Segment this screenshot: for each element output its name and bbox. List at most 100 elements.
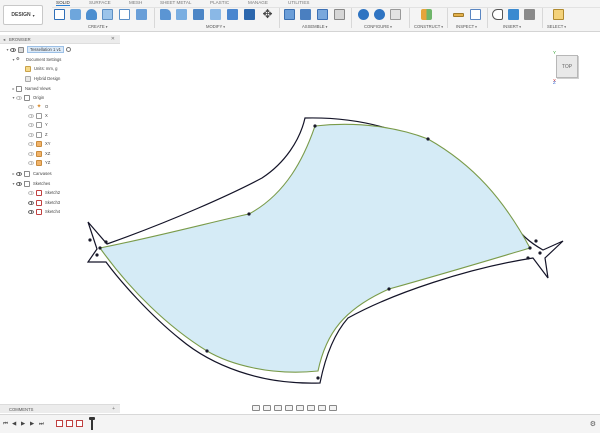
- orbit-icon[interactable]: [252, 404, 260, 411]
- grid-settings-icon[interactable]: [318, 404, 326, 411]
- visibility-icon[interactable]: [16, 95, 22, 100]
- hole-icon[interactable]: [102, 9, 113, 20]
- scale-icon[interactable]: [244, 9, 255, 20]
- configure-rule-icon[interactable]: [390, 9, 401, 20]
- configure-info-icon[interactable]: [358, 9, 369, 20]
- assemble-menu[interactable]: ASSEMBLE▾: [302, 24, 327, 29]
- shell-icon[interactable]: [210, 9, 221, 20]
- visibility-icon[interactable]: [16, 181, 22, 186]
- timeline-sketch-feature[interactable]: [76, 420, 83, 427]
- tree-axis-x[interactable]: X: [28, 111, 50, 120]
- tree-hybrid[interactable]: Hybrid Design: [25, 74, 62, 83]
- chevron-down-icon[interactable]: ◂: [3, 37, 5, 43]
- viewcube-top-face[interactable]: TOP: [556, 55, 578, 78]
- tab-plastic[interactable]: PLASTIC: [210, 0, 229, 5]
- tree-origin[interactable]: ▾ Origin: [11, 93, 46, 102]
- visibility-icon[interactable]: [28, 113, 34, 118]
- browser-header[interactable]: ◂ BROWSER ✕: [0, 35, 120, 44]
- create-menu[interactable]: CREATE▾: [88, 24, 107, 29]
- press-pull-icon[interactable]: [160, 9, 171, 20]
- viewports-icon[interactable]: [329, 404, 337, 411]
- chamfer-icon[interactable]: [193, 9, 204, 20]
- tab-sheet-metal[interactable]: SHEET METAL: [160, 0, 191, 5]
- select-icon[interactable]: [553, 9, 564, 20]
- expand-icon[interactable]: ✕: [111, 36, 115, 42]
- visibility-icon[interactable]: [28, 132, 34, 137]
- visibility-icon[interactable]: [10, 47, 16, 52]
- tree-sketch3[interactable]: Sketch3: [28, 198, 62, 207]
- visibility-icon[interactable]: [28, 104, 34, 109]
- tab-manage[interactable]: MANAGE: [248, 0, 268, 5]
- tree-plane-xz[interactable]: XZ: [28, 149, 52, 158]
- sketch-outer-profile[interactable]: [86, 117, 564, 384]
- tree-plane-yz[interactable]: YZ: [28, 158, 52, 167]
- construct-menu[interactable]: CONSTRUCT▾: [414, 24, 443, 29]
- fit-icon[interactable]: [296, 404, 304, 411]
- tree-sketch4[interactable]: Sketch4: [28, 207, 62, 216]
- tree-axis-z[interactable]: Z: [28, 130, 50, 139]
- revolve-icon[interactable]: [86, 9, 97, 20]
- visibility-icon[interactable]: [28, 141, 34, 146]
- tree-axis-y[interactable]: Y: [28, 120, 50, 129]
- configure-menu[interactable]: CONFIGURE▾: [364, 24, 392, 29]
- box-icon[interactable]: [119, 9, 130, 20]
- inspect-menu[interactable]: INSPECT▾: [456, 24, 477, 29]
- timeline-marker[interactable]: [91, 418, 93, 430]
- modify-menu[interactable]: MODIFY▾: [206, 24, 225, 29]
- tree-origin-point[interactable]: ✦ O: [28, 102, 50, 111]
- tree-document-settings[interactable]: ▾ ⚙ Document Settings: [11, 55, 63, 64]
- fillet-icon[interactable]: [176, 9, 187, 20]
- tree-named-views[interactable]: ▸ Named Views: [11, 84, 53, 93]
- joint-icon[interactable]: [300, 9, 311, 20]
- timeline-sketch-feature[interactable]: [56, 420, 63, 427]
- visibility-icon[interactable]: [28, 190, 34, 195]
- timeline-sketch-feature[interactable]: [66, 420, 73, 427]
- tab-solid[interactable]: SOLID: [56, 0, 70, 6]
- visibility-icon[interactable]: [28, 122, 34, 127]
- pattern-icon[interactable]: [136, 9, 147, 20]
- sketch-inner-profile[interactable]: [99, 123, 531, 373]
- configure-table-icon[interactable]: [374, 9, 385, 20]
- add-comment-icon[interactable]: +: [112, 406, 115, 412]
- tree-sketches[interactable]: ▾ Sketches: [11, 179, 52, 188]
- new-component-icon[interactable]: [284, 9, 295, 20]
- extrude-icon[interactable]: [70, 9, 81, 20]
- tab-mesh[interactable]: MESH: [129, 0, 142, 5]
- visibility-icon[interactable]: [28, 200, 34, 205]
- tree-root[interactable]: ▾ Tessellation 1 v1: [5, 45, 71, 54]
- insert-mesh-icon[interactable]: [524, 9, 535, 20]
- combine-icon[interactable]: [227, 9, 238, 20]
- activate-radio-icon[interactable]: [65, 47, 71, 52]
- visibility-icon[interactable]: [28, 209, 34, 214]
- tab-utilities[interactable]: UTILITIES: [288, 0, 309, 5]
- step-forward-icon[interactable]: ▶: [30, 421, 34, 427]
- viewcube[interactable]: Y TOP X Z: [553, 50, 583, 85]
- gear-icon[interactable]: ⚙: [590, 420, 596, 428]
- design-canvas[interactable]: [0, 0, 600, 433]
- go-to-end-icon[interactable]: ⏭: [39, 421, 44, 428]
- play-icon[interactable]: ▶: [21, 421, 25, 427]
- look-at-icon[interactable]: [263, 404, 271, 411]
- tree-sketch2[interactable]: Sketch2: [28, 188, 62, 197]
- tree-plane-xy[interactable]: XY: [28, 139, 53, 148]
- comments-panel[interactable]: COMMENTS +: [0, 404, 120, 413]
- visibility-icon[interactable]: [28, 151, 34, 156]
- new-sketch-icon[interactable]: [54, 9, 65, 20]
- pan-icon[interactable]: [274, 404, 282, 411]
- as-built-joint-icon[interactable]: [317, 9, 328, 20]
- tab-surface[interactable]: SURFACE: [89, 0, 111, 5]
- interference-icon[interactable]: [470, 9, 481, 20]
- display-settings-icon[interactable]: [307, 404, 315, 411]
- measure-icon[interactable]: [453, 13, 464, 17]
- select-menu[interactable]: SELECT▾: [547, 24, 566, 29]
- workspace-switcher[interactable]: DESIGN ▾: [3, 5, 43, 25]
- insert-menu[interactable]: INSERT▾: [503, 24, 521, 29]
- insert-derive-icon[interactable]: [492, 9, 503, 20]
- insert-canvas-icon[interactable]: [508, 9, 519, 20]
- tree-units[interactable]: Units: mm, g: [25, 64, 60, 73]
- zoom-icon[interactable]: [285, 404, 293, 411]
- visibility-icon[interactable]: [16, 171, 22, 176]
- go-to-start-icon[interactable]: ⏮: [3, 421, 8, 428]
- tree-canvases[interactable]: ▸ Canvases: [11, 169, 54, 178]
- joint-origin-icon[interactable]: [334, 9, 345, 20]
